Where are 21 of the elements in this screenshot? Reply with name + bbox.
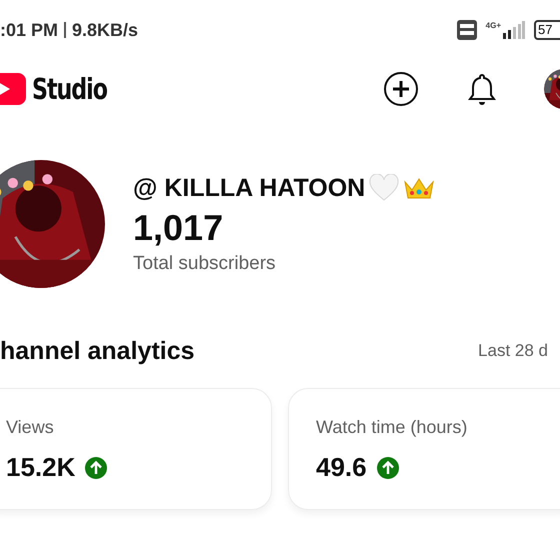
subscriber-label: Total subscribers [133,252,277,274]
subscriber-count: 1,017 [133,206,224,248]
metric-card[interactable]: Watch time (hours) 49.6 [288,388,560,510]
metric-value: 15.2K [6,452,76,483]
metric-label: Views [6,417,55,438]
logo-text: Studio [32,72,107,106]
battery-level: 57 [534,20,560,40]
period-label: Last 28 d [478,341,548,361]
status-time: :01 PM [0,20,58,40]
network-type: 4G+ [486,21,501,30]
volte-icon [456,20,477,40]
crown-icon [403,176,436,200]
channel-name: @ KILLLA HATOON [133,174,366,202]
create-button[interactable] [383,71,419,107]
signal-icon [503,21,525,39]
section-title: hannel analytics [0,336,195,366]
metric-value: 49.6 [316,452,367,483]
network-speed: 9.8KB/s [72,20,138,40]
heart-icon [369,174,400,202]
metric-card[interactable]: Views 15.2K [0,388,272,510]
metric-label: Watch time (hours) [316,417,468,438]
